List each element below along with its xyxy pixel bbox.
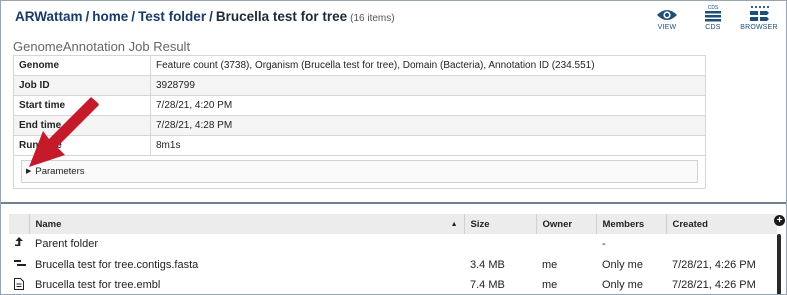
breadcrumb-separator: /	[131, 9, 136, 24]
job-info-table: Genome Feature count (3738), Organism (B…	[13, 55, 706, 189]
breadcrumb-separator: /	[85, 9, 90, 24]
file-owner	[536, 234, 596, 255]
eye-icon	[647, 4, 687, 22]
view-label: VIEW	[657, 24, 677, 31]
file-members: Only me	[602, 279, 643, 292]
sort-ascending-icon[interactable]: ▲	[451, 221, 458, 228]
icon-column-header	[9, 214, 30, 234]
browser-button[interactable]: BROWSER	[739, 4, 779, 31]
job-value: 7/28/21, 4:28 PM	[150, 115, 706, 136]
job-row-job-id: Job ID 3928799	[13, 75, 706, 96]
file-size: 7.4 MB	[470, 279, 505, 292]
parameters-cell: ▶ Parameters	[13, 155, 706, 189]
breadcrumb-folder[interactable]: Test folder	[138, 9, 206, 24]
file-list-header: Name ▲ Size Owner Members Created	[9, 214, 777, 234]
job-value: 7/28/21, 4:20 PM	[150, 95, 706, 116]
document-icon	[9, 275, 29, 294]
file-owner: me	[542, 258, 558, 271]
file-members: Only me	[602, 258, 643, 271]
column-name-label: Name	[35, 218, 62, 230]
expand-triangle-icon: ▶	[26, 168, 32, 175]
file-list-table: Name ▲ Size Owner Members Created Parent …	[9, 214, 777, 294]
file-row-parent-folder[interactable]: Parent folder -	[9, 234, 777, 255]
job-key: End time	[13, 115, 151, 136]
column-header-members[interactable]: Members	[596, 214, 667, 234]
vertical-scrollbar[interactable]	[777, 234, 781, 294]
file-members: -	[602, 238, 606, 251]
cds-button[interactable]: CDS CDS	[693, 4, 733, 31]
job-value: Feature count (3738), Organism (Brucella…	[150, 55, 706, 76]
file-name: Brucella test for tree.embl	[35, 279, 161, 292]
breadcrumb-current: Brucella test for tree	[215, 9, 348, 24]
job-key: Start time	[13, 95, 151, 116]
job-row-run-time: Run time 8m1s	[13, 135, 706, 156]
item-count: (16 items)	[350, 13, 395, 24]
breadcrumb-separator: /	[209, 9, 213, 24]
genome-browser-icon	[739, 4, 779, 22]
file-created: 7/28/21, 4:26 PM	[672, 258, 756, 271]
file-created: 7/28/21, 4:26 PM	[672, 279, 756, 292]
cds-icon: CDS	[693, 4, 733, 22]
breadcrumb-home[interactable]: home	[92, 9, 128, 24]
file-owner: me	[542, 279, 558, 292]
parameters-toggle[interactable]: ▶ Parameters	[21, 159, 698, 183]
job-row-genome: Genome Feature count (3738), Organism (B…	[13, 55, 706, 76]
column-header-owner[interactable]: Owner	[536, 214, 597, 234]
file-name: Brucella test for tree.contigs.fasta	[35, 258, 199, 271]
file-size: 3.4 MB	[470, 258, 505, 271]
browser-label: BROWSER	[740, 24, 778, 31]
job-row-end-time: End time 7/28/21, 4:28 PM	[13, 115, 706, 136]
breadcrumb-user[interactable]: ARWattam	[15, 9, 83, 24]
file-created	[666, 234, 777, 255]
header-bar: ARWattam / home / Test folder / Brucella test …	[1, 1, 786, 35]
column-header-size[interactable]: Size	[464, 214, 537, 234]
job-key: Genome	[13, 55, 151, 76]
file-row-embl[interactable]: Brucella test for tree.embl 7.4 MB me On…	[9, 275, 777, 294]
job-value: 8m1s	[150, 135, 706, 156]
job-value: 3928799	[150, 75, 706, 96]
job-result-window: ARWattam / home / Test folder / Brucella test …	[0, 0, 787, 295]
parameters-label: Parameters	[35, 165, 85, 177]
job-key: Job ID	[13, 75, 151, 96]
contigs-icon	[9, 255, 29, 276]
cds-label: CDS	[705, 24, 721, 31]
job-row-start-time: Start time 7/28/21, 4:20 PM	[13, 95, 706, 116]
job-key: Run time	[13, 135, 151, 156]
view-button[interactable]: VIEW	[647, 4, 687, 31]
column-header-created[interactable]: Created	[666, 214, 777, 234]
up-arrow-icon	[9, 234, 29, 255]
job-result-title: GenomeAnnotation Job Result	[13, 39, 191, 54]
breadcrumb: ARWattam / home / Test folder / Brucella test …	[15, 9, 395, 24]
file-row-contigs[interactable]: Brucella test for tree.contigs.fasta 3.4…	[9, 255, 777, 276]
parameters-row: ▶ Parameters	[13, 155, 706, 189]
column-header-name[interactable]: Name ▲	[29, 214, 465, 234]
section-divider	[1, 202, 786, 204]
file-size	[464, 234, 536, 255]
cds-icon-text: CDS	[708, 5, 719, 11]
file-name: Parent folder	[35, 238, 98, 251]
add-column-icon[interactable]: +	[774, 215, 785, 226]
